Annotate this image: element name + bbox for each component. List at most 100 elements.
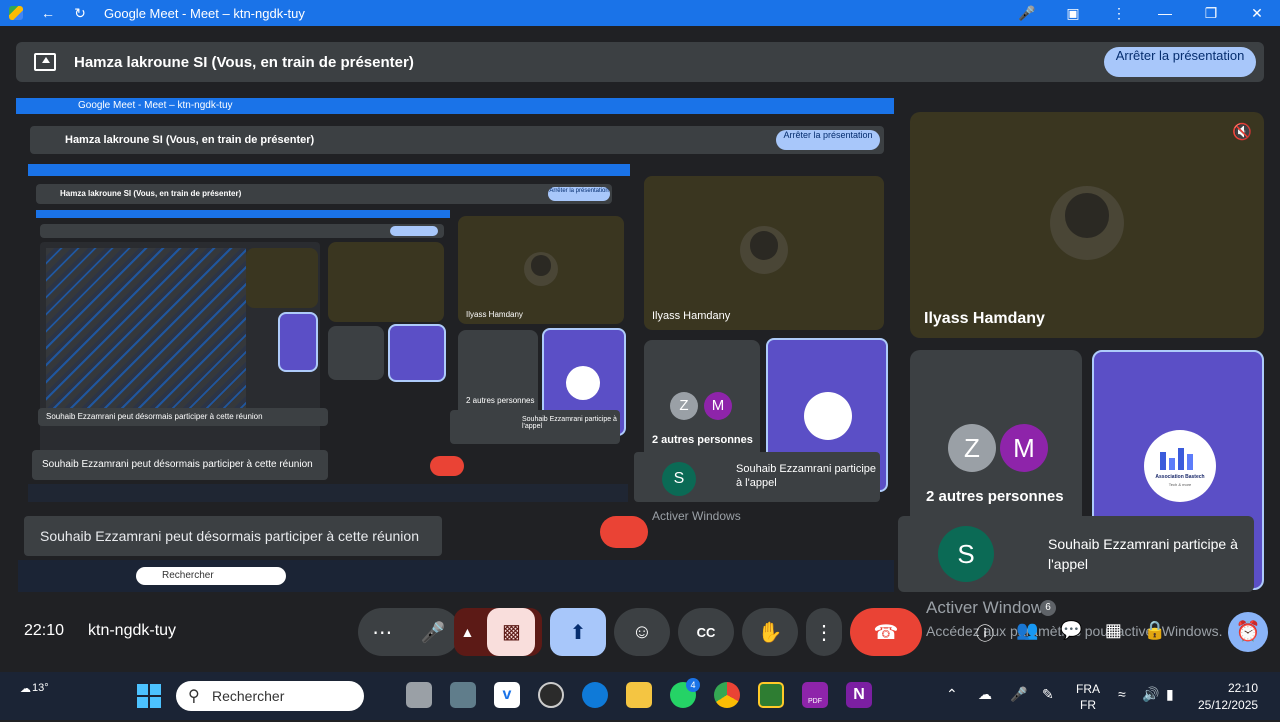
- participant-tile-ilyass[interactable]: 🔇 Ilyass Hamdany: [910, 112, 1264, 338]
- mirror-call-avatar: S: [662, 462, 696, 496]
- info-icon[interactable]: ⓘ: [976, 620, 994, 644]
- wifi-icon[interactable]: ≈: [1118, 686, 1126, 702]
- mirror3-others-tile: [328, 326, 384, 380]
- host-controls-icon[interactable]: 🔒: [1144, 620, 1166, 644]
- widgets-icon[interactable]: [450, 682, 476, 708]
- call-notification-text: Souhaib Ezzamrani participe à l'appel: [1048, 536, 1238, 572]
- mirror2-ilyass-avatar: [524, 252, 558, 286]
- people-icon[interactable]: 👥: [1016, 620, 1038, 644]
- mirror-avatar-m: M: [704, 392, 732, 420]
- mirror-activate: Activer Windows: [652, 509, 741, 523]
- more-options-button[interactable]: ⋮: [806, 608, 842, 656]
- mic-off-icon: 🔇: [1232, 124, 1252, 141]
- chevron-up-icon[interactable]: ▲: [461, 624, 475, 640]
- close-button[interactable]: ✕: [1234, 0, 1280, 26]
- mirror3-stop-button: [390, 226, 438, 236]
- timer-icon[interactable]: ⏰: [1228, 612, 1268, 652]
- more-vert-icon[interactable]: ⋮: [1096, 0, 1142, 26]
- leave-call-button[interactable]: ☎: [850, 608, 922, 656]
- association-sub: Tech & more: [1168, 482, 1192, 487]
- file-explorer-icon[interactable]: [626, 682, 652, 708]
- activities-icon[interactable]: ▦: [1105, 620, 1122, 644]
- vimeo-icon[interactable]: v: [494, 682, 520, 708]
- join-notification-text: Souhaib Ezzamrani peut désormais partici…: [40, 528, 419, 544]
- task-view-icon[interactable]: [406, 682, 432, 708]
- mirror3-title-bar: [36, 210, 450, 218]
- openai-icon[interactable]: [538, 682, 564, 708]
- mirror-search: Rechercher: [136, 567, 286, 585]
- call-avatar: S: [938, 526, 994, 582]
- mirror2-call-toast: Souhaib Ezzamrani participe à l'appel: [450, 410, 620, 444]
- mirror2-stop-button: Arrêter la présentation: [548, 187, 610, 201]
- mirror-call-text: Souhaib Ezzamrani participe à l'appel: [736, 463, 877, 489]
- restore-button[interactable]: ❐: [1188, 0, 1234, 26]
- microphone-button[interactable]: 🎤: [421, 620, 446, 645]
- mirror2-leave-button: [430, 456, 464, 476]
- reload-icon[interactable]: ↻: [64, 0, 96, 26]
- mirror-banner-text: Hamza lakroune SI (Vous, en train de pré…: [65, 134, 315, 146]
- people-count-badge: 6: [1040, 600, 1056, 616]
- mirror-ilyass-name: Ilyass Hamdany: [652, 310, 731, 322]
- avatar-z: Z: [948, 424, 996, 472]
- present-screen-button[interactable]: ⬆: [550, 608, 606, 656]
- mirror2-ilyass-tile: Ilyass Hamdany: [458, 216, 624, 324]
- call-notification: S Souhaib Ezzamrani participe à l'appel: [898, 516, 1254, 592]
- mirror-deep-recursion: [40, 242, 320, 468]
- mirror3-assoc-tile: [388, 324, 446, 382]
- mirror3-join-toast: Souhaib Ezzamrani peut désormais partici…: [38, 408, 328, 426]
- mirror-others-label: 2 autres personnes: [652, 434, 753, 446]
- camera-off-button[interactable]: ▩: [487, 608, 536, 656]
- window-title-bar: ← ↻ Google Meet - Meet – ktn-ngdk-tuy 🎤 …: [0, 0, 1280, 26]
- mirror2-ilyass-name: Ilyass Hamdany: [466, 310, 523, 319]
- mirror-ilyass-avatar: [740, 226, 788, 274]
- more-options-small-icon[interactable]: ⋯: [372, 620, 392, 645]
- raise-hand-button[interactable]: ✋: [742, 608, 798, 656]
- others-label: 2 autres personnes: [926, 488, 1064, 505]
- tray-mic-icon[interactable]: 🎤: [1010, 686, 1027, 703]
- meeting-code: ktn-ngdk-tuy: [88, 622, 177, 639]
- pen-icon[interactable]: ✎: [1042, 686, 1054, 703]
- battery-icon[interactable]: ▮: [1166, 686, 1174, 703]
- pdf-label: PDF: [808, 698, 822, 705]
- mirror2-assoc-logo: [566, 366, 600, 400]
- stop-presenting-button[interactable]: Arrêter la présentation: [1104, 47, 1256, 77]
- mirror-title-bar: Google Meet - Meet – ktn-ngdk-tuy: [16, 98, 894, 114]
- language-top[interactable]: FRA: [1076, 682, 1100, 696]
- mirror2-others-label: 2 autres personnes: [466, 396, 535, 405]
- chrome-icon[interactable]: [714, 682, 740, 708]
- chevron-up-tray-icon[interactable]: ⌃: [946, 686, 958, 703]
- ilyass-name: Ilyass Hamdany: [924, 310, 1045, 327]
- language-bottom: FR: [1080, 698, 1096, 712]
- pdf-app-icon[interactable]: PDF: [802, 682, 828, 708]
- emoji-button[interactable]: ☺: [614, 608, 670, 656]
- back-arrow-icon[interactable]: ←: [32, 0, 64, 26]
- mirror3-banner: [40, 224, 444, 238]
- edge-icon[interactable]: [582, 682, 608, 708]
- mirror-leave-button: [600, 516, 648, 548]
- minimize-button[interactable]: —: [1142, 0, 1188, 26]
- meet-app-icon[interactable]: [758, 682, 784, 708]
- weather-icon[interactable]: ☁: [20, 682, 31, 695]
- search-placeholder: Rechercher: [212, 688, 285, 704]
- captions-button[interactable]: CC: [678, 608, 734, 656]
- presenting-text: Hamza lakroune SI (Vous, en train de pré…: [74, 53, 414, 71]
- mirror-stop-button: Arrêter la présentation: [776, 130, 880, 150]
- onenote-icon[interactable]: N: [846, 682, 872, 708]
- mirror2-banner: Hamza lakroune SI (Vous, en train de pré…: [36, 184, 612, 204]
- window-title: Google Meet - Meet – ktn-ngdk-tuy: [104, 5, 305, 21]
- weather-temp: 13°: [32, 682, 49, 694]
- microphone-icon[interactable]: 🎤: [1004, 0, 1050, 26]
- mirror-taskbar: Rechercher: [18, 560, 894, 592]
- volume-icon[interactable]: 🔊: [1142, 686, 1159, 703]
- windows-start-icon[interactable]: [137, 684, 161, 708]
- mirror-avatar-z: Z: [670, 392, 698, 420]
- extensions-icon[interactable]: ▣: [1050, 0, 1096, 26]
- mirror-ilyass-tile: Ilyass Hamdany: [644, 176, 884, 330]
- clock-time[interactable]: 22:10: [1228, 681, 1258, 695]
- whatsapp-badge: 4: [686, 678, 700, 692]
- chat-icon[interactable]: 💬: [1060, 620, 1082, 644]
- taskbar-search[interactable]: ⚲ Rechercher: [176, 681, 364, 711]
- meeting-time: 22:10: [24, 622, 65, 639]
- mirror3-ilyass-tile: [328, 242, 444, 322]
- onedrive-icon[interactable]: ☁: [978, 686, 992, 703]
